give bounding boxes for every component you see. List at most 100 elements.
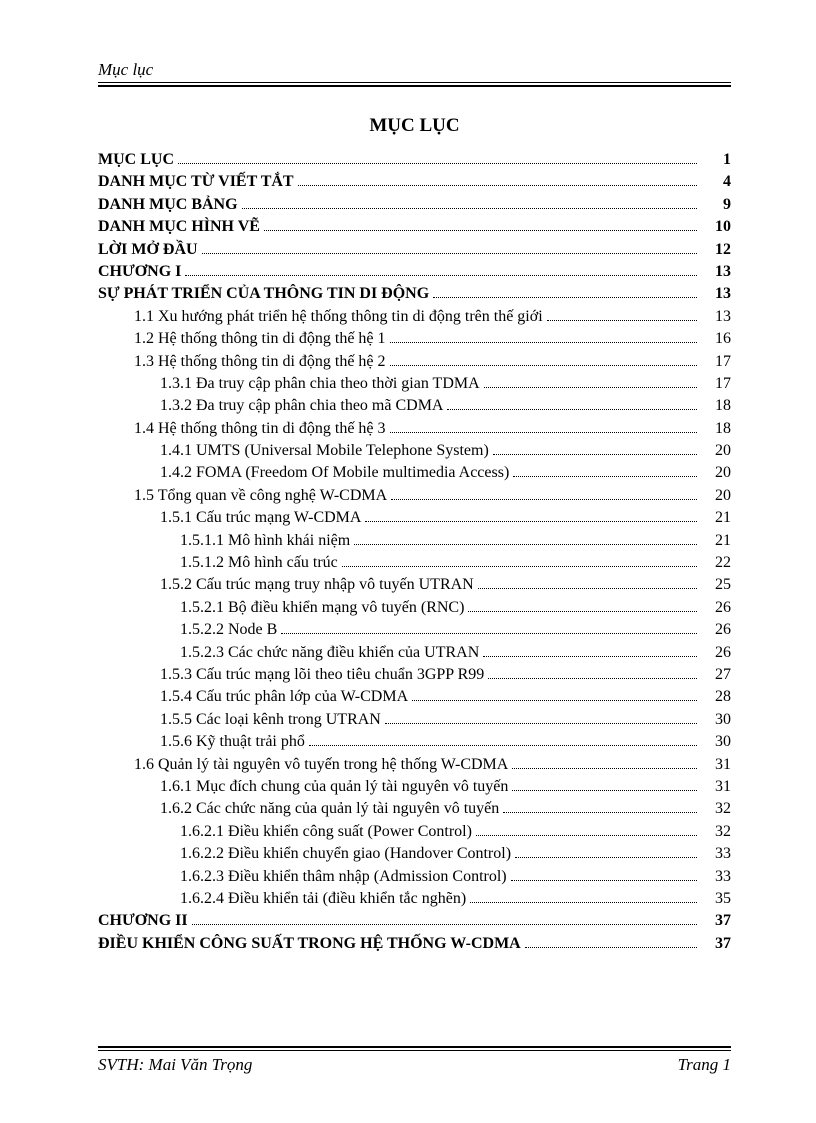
toc-entry: 1.4.2 FOMA (Freedom Of Mobile multimedia…: [98, 462, 731, 484]
toc-entry-page: 20: [701, 440, 731, 462]
toc-dots: [298, 185, 697, 186]
toc-entry-label: 1.5 Tổng quan về công nghệ W-CDMA: [134, 485, 387, 507]
toc-entry-page: 9: [701, 194, 731, 216]
toc-entry-label: 1.6.2 Các chức năng của quản lý tài nguy…: [160, 798, 499, 820]
toc-entry-label: 1.5.2 Cấu trúc mạng truy nhập vô tuyến U…: [160, 574, 474, 596]
toc-entry-page: 27: [701, 664, 731, 686]
toc-entry-label: CHƯƠNG I: [98, 261, 181, 283]
toc-entry-page: 30: [701, 731, 731, 753]
toc-entry-label: ĐIỀU KHIỂN CÔNG SUẤT TRONG HỆ THỐNG W-CD…: [98, 933, 521, 955]
document-page: Mục lục MỤC LỤC MỤC LỤC1DANH MỤC TỪ VIẾT…: [0, 0, 816, 1123]
toc-entry-page: 20: [701, 485, 731, 507]
toc-entry: 1.6.2.2 Điều khiển chuyển giao (Handover…: [98, 843, 731, 865]
toc-entry-page: 21: [701, 530, 731, 552]
toc-dots: [390, 432, 697, 433]
footer: SVTH: Mai Văn Trọng Trang 1: [98, 1046, 731, 1075]
toc-dots: [185, 275, 697, 276]
toc-entry: 1.5.4 Cấu trúc phân lớp của W-CDMA28: [98, 686, 731, 708]
footer-right: Trang 1: [678, 1055, 731, 1075]
toc-entry-page: 4: [701, 171, 731, 193]
toc-dots: [309, 745, 697, 746]
toc-entry-label: 1.6.2.1 Điều khiển công suất (Power Cont…: [180, 821, 472, 843]
toc-entry-label: 1.6.2.3 Điều khiển thâm nhập (Admission …: [180, 866, 507, 888]
toc-entry: 1.6.2.1 Điều khiển công suất (Power Cont…: [98, 821, 731, 843]
toc-entry-label: 1.5.1.1 Mô hình khái niệm: [180, 530, 350, 552]
toc-entry: ĐIỀU KHIỂN CÔNG SUẤT TRONG HỆ THỐNG W-CD…: [98, 933, 731, 955]
toc-entry-label: 1.5.3 Cấu trúc mạng lõi theo tiêu chuẩn …: [160, 664, 484, 686]
toc-entry-page: 31: [701, 754, 731, 776]
toc-entry: 1.6.2.3 Điều khiển thâm nhập (Admission …: [98, 866, 731, 888]
toc-entry: 1.3.1 Đa truy cập phân chia theo thời gi…: [98, 373, 731, 395]
toc-entry-page: 18: [701, 418, 731, 440]
toc-entry-label: CHƯƠNG II: [98, 910, 188, 932]
toc-entry-page: 12: [701, 239, 731, 261]
toc-entry-page: 33: [701, 866, 731, 888]
toc-entry: 1.5.2.3 Các chức năng điều khiển của UTR…: [98, 642, 731, 664]
toc-entry: 1.3.2 Đa truy cập phân chia theo mã CDMA…: [98, 395, 731, 417]
toc-entry-label: 1.5.4 Cấu trúc phân lớp của W-CDMA: [160, 686, 408, 708]
toc-entry-label: 1.5.2.1 Bộ điều khiển mạng vô tuyến (RNC…: [180, 597, 464, 619]
toc-dots: [512, 790, 697, 791]
toc-entry-label: 1.5.1.2 Mô hình cấu trúc: [180, 552, 338, 574]
toc-entry: 1.3 Hệ thống thông tin di động thế hệ 21…: [98, 351, 731, 373]
toc-entry: 1.6 Quản lý tài nguyên vô tuyến trong hệ…: [98, 754, 731, 776]
toc-entry-label: 1.6.2.4 Điều khiển tải (điều khiển tắc n…: [180, 888, 466, 910]
toc-entry: 1.5.5 Các loại kênh trong UTRAN30: [98, 709, 731, 731]
toc-entry: 1.5.1.1 Mô hình khái niệm 21: [98, 530, 731, 552]
header-label: Mục lục: [98, 60, 731, 80]
toc-entry-page: 13: [701, 261, 731, 283]
toc-dots: [468, 611, 697, 612]
toc-entry-page: 26: [701, 619, 731, 641]
toc-entry-label: 1.6 Quản lý tài nguyên vô tuyến trong hệ…: [134, 754, 508, 776]
toc-entry-label: 1.4 Hệ thống thông tin di động thế hệ 3: [134, 418, 386, 440]
toc-entry: 1.5.2.1 Bộ điều khiển mạng vô tuyến (RNC…: [98, 597, 731, 619]
toc-entry-label: 1.5.1 Cấu trúc mạng W-CDMA: [160, 507, 361, 529]
toc-entry-label: MỤC LỤC: [98, 149, 174, 171]
toc-entry-label: SỰ PHÁT TRIỂN CỦA THÔNG TIN DI ĐỘNG: [98, 283, 429, 305]
toc-dots: [192, 924, 697, 925]
toc-entry: 1.6.2 Các chức năng của quản lý tài nguy…: [98, 798, 731, 820]
toc-entry-label: LỜI MỞ ĐẦU: [98, 239, 198, 261]
toc-entry-page: 1: [701, 149, 731, 171]
toc-entry-label: 1.2 Hệ thống thông tin di động thế hệ 1: [134, 328, 386, 350]
toc-dots: [511, 880, 697, 881]
toc-entry-page: 22: [701, 552, 731, 574]
toc-entry-label: 1.6.2.2 Điều khiển chuyển giao (Handover…: [180, 843, 511, 865]
toc-dots: [476, 835, 697, 836]
toc-dots: [264, 230, 697, 231]
toc-entry: 1.5.2.2 Node B 26: [98, 619, 731, 641]
toc-entry-label: 1.4.1 UMTS (Universal Mobile Telephone S…: [160, 440, 489, 462]
toc-entry-page: 32: [701, 821, 731, 843]
toc-entry: SỰ PHÁT TRIỂN CỦA THÔNG TIN DI ĐỘNG 13: [98, 283, 731, 305]
toc-entry: 1.5 Tổng quan về công nghệ W-CDMA 20: [98, 485, 731, 507]
toc-entry-page: 37: [701, 910, 731, 932]
toc-dots: [342, 566, 697, 567]
toc-dots: [503, 812, 697, 813]
toc-dots: [484, 387, 697, 388]
toc-dots: [433, 297, 697, 298]
toc-dots: [470, 902, 697, 903]
toc-entry-label: 1.5.2.3 Các chức năng điều khiển của UTR…: [180, 642, 479, 664]
toc-entry-label: 1.5.2.2 Node B: [180, 619, 277, 641]
toc-entry-page: 13: [701, 283, 731, 305]
toc-entry-page: 30: [701, 709, 731, 731]
toc-entry-label: 1.3 Hệ thống thông tin di động thế hệ 2: [134, 351, 386, 373]
footer-rule: [98, 1046, 731, 1051]
toc-dots: [391, 499, 697, 500]
toc-entry: CHƯƠNG I 13: [98, 261, 731, 283]
toc-entry: 1.1 Xu hướng phát triển hệ thống thông t…: [98, 306, 731, 328]
toc-entry: LỜI MỞ ĐẦU 12: [98, 239, 731, 261]
toc-entry: 1.5.1 Cấu trúc mạng W-CDMA21: [98, 507, 731, 529]
toc-dots: [547, 320, 697, 321]
toc-entry-label: 1.3.1 Đa truy cập phân chia theo thời gi…: [160, 373, 480, 395]
toc-dots: [447, 409, 697, 410]
toc-entry-page: 18: [701, 395, 731, 417]
toc-dots: [178, 163, 697, 164]
toc-entry: 1.5.2 Cấu trúc mạng truy nhập vô tuyến U…: [98, 574, 731, 596]
toc-dots: [390, 365, 697, 366]
toc-entry: 1.2 Hệ thống thông tin di động thế hệ 11…: [98, 328, 731, 350]
toc-dots: [390, 342, 697, 343]
toc-entry: 1.5.6 Kỹ thuật trải phổ30: [98, 731, 731, 753]
toc-dots: [281, 633, 697, 634]
toc-entry: 1.4.1 UMTS (Universal Mobile Telephone S…: [98, 440, 731, 462]
